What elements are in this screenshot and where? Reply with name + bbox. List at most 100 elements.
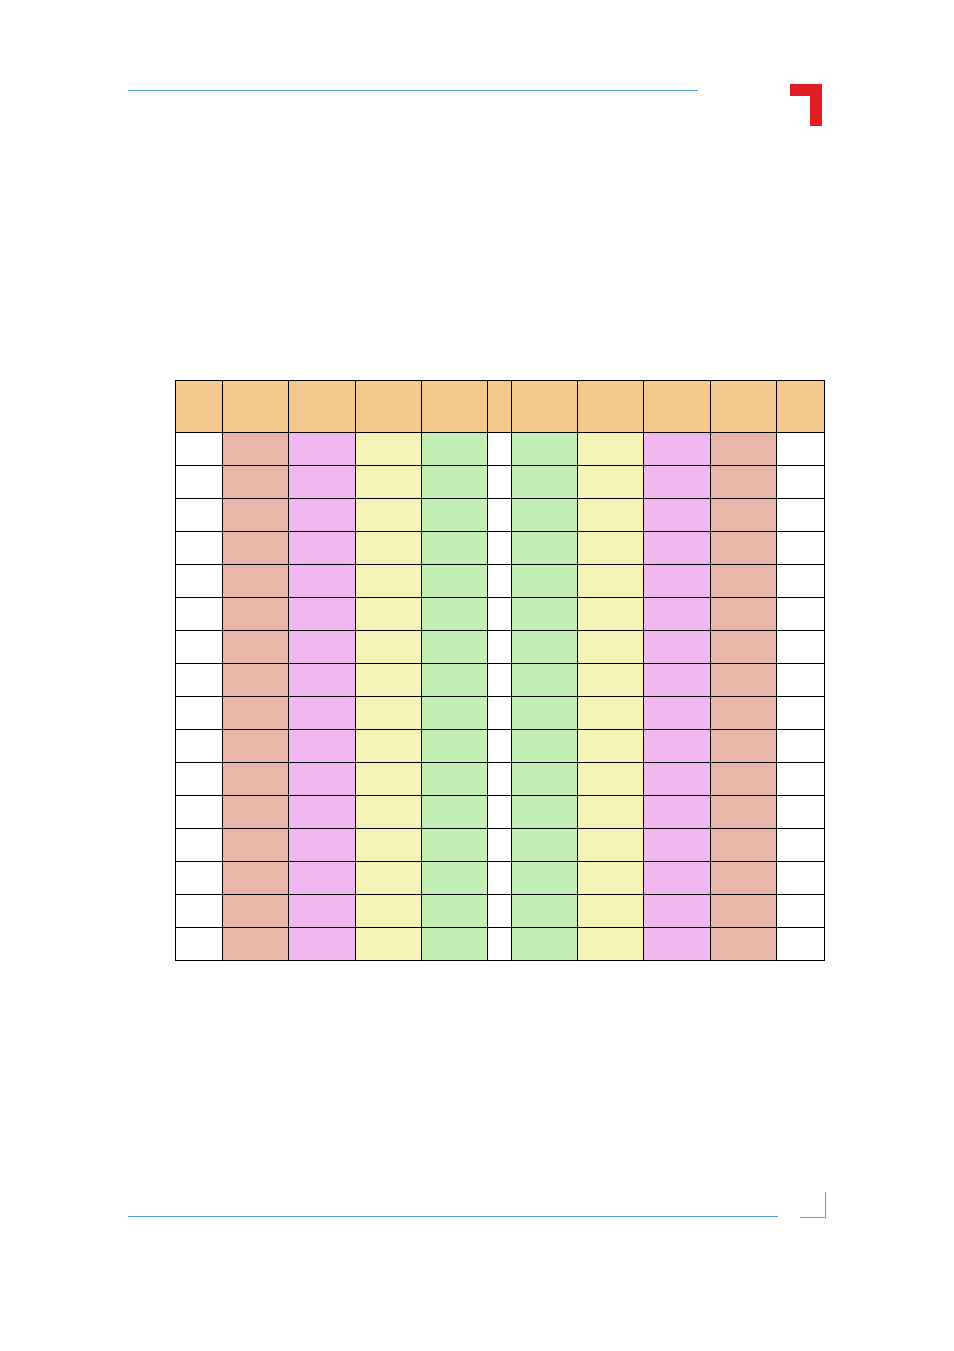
table-row [176, 862, 825, 895]
table-cell [710, 532, 776, 565]
table-cell [176, 598, 223, 631]
table-cell [511, 796, 577, 829]
table-cell [577, 895, 643, 928]
table-header-cell [421, 381, 487, 433]
table-cell [488, 862, 512, 895]
table-cell [511, 466, 577, 499]
table-cell [511, 763, 577, 796]
table-cell [289, 466, 355, 499]
table-cell [421, 631, 487, 664]
table-cell [710, 433, 776, 466]
table-cell [488, 829, 512, 862]
table-cell [355, 664, 421, 697]
table-cell [511, 829, 577, 862]
table-cell [176, 895, 223, 928]
table-cell [355, 499, 421, 532]
table-row [176, 895, 825, 928]
table-cell [644, 829, 710, 862]
table-cell [577, 532, 643, 565]
table-cell [577, 433, 643, 466]
table-cell [511, 697, 577, 730]
table-header-cell [577, 381, 643, 433]
table-row [176, 763, 825, 796]
table-cell [776, 697, 824, 730]
table-cell [776, 763, 824, 796]
table-cell [710, 697, 776, 730]
table-row [176, 730, 825, 763]
table-cell [355, 565, 421, 598]
table-cell [421, 730, 487, 763]
table-cell [511, 565, 577, 598]
table-cell [644, 862, 710, 895]
table-cell [289, 895, 355, 928]
table-cell [223, 862, 289, 895]
table-cell [355, 631, 421, 664]
table-cell [355, 895, 421, 928]
table-cell [289, 829, 355, 862]
table-cell [223, 697, 289, 730]
table-cell [355, 862, 421, 895]
footer-rule [128, 1216, 778, 1217]
table-cell [176, 829, 223, 862]
table-cell [644, 895, 710, 928]
table-cell [176, 433, 223, 466]
table-cell [776, 631, 824, 664]
table-row [176, 499, 825, 532]
table-cell [421, 664, 487, 697]
table-cell [488, 466, 512, 499]
table-cell [710, 466, 776, 499]
table-cell [644, 499, 710, 532]
table-cell [289, 697, 355, 730]
table-header-cell [644, 381, 710, 433]
table-cell [355, 598, 421, 631]
table-cell [776, 499, 824, 532]
table-cell [289, 598, 355, 631]
main-content [175, 380, 825, 961]
table-cell [421, 598, 487, 631]
brand-logo [786, 80, 826, 130]
table-cell [289, 928, 355, 961]
table-cell [176, 532, 223, 565]
table-row [176, 466, 825, 499]
table-cell [421, 499, 487, 532]
table-cell [223, 598, 289, 631]
table-cell [488, 928, 512, 961]
table-cell [710, 598, 776, 631]
table-cell [644, 532, 710, 565]
table-cell [511, 664, 577, 697]
table-cell [511, 598, 577, 631]
table-cell [776, 928, 824, 961]
table-cell [577, 565, 643, 598]
table-row [176, 532, 825, 565]
table-row [176, 565, 825, 598]
table-cell [577, 499, 643, 532]
table-cell [488, 532, 512, 565]
table-cell [421, 565, 487, 598]
table-cell [776, 862, 824, 895]
table-cell [710, 763, 776, 796]
table-cell [577, 697, 643, 730]
table-cell [776, 664, 824, 697]
table-cell [577, 631, 643, 664]
table-cell [776, 433, 824, 466]
table-cell [176, 664, 223, 697]
table-cell [577, 664, 643, 697]
table-cell [776, 895, 824, 928]
table-cell [511, 631, 577, 664]
table-cell [223, 829, 289, 862]
table-cell [421, 895, 487, 928]
table-cell [644, 763, 710, 796]
table-cell [644, 697, 710, 730]
table-row [176, 928, 825, 961]
table-cell [355, 433, 421, 466]
table-header-cell [710, 381, 776, 433]
table-cell [776, 598, 824, 631]
table-row [176, 631, 825, 664]
table-cell [289, 631, 355, 664]
table-header-cell [488, 381, 512, 433]
table-cell [511, 730, 577, 763]
table-cell [710, 895, 776, 928]
table-header-cell [355, 381, 421, 433]
page-corner-icon [800, 1192, 826, 1218]
table-cell [577, 928, 643, 961]
